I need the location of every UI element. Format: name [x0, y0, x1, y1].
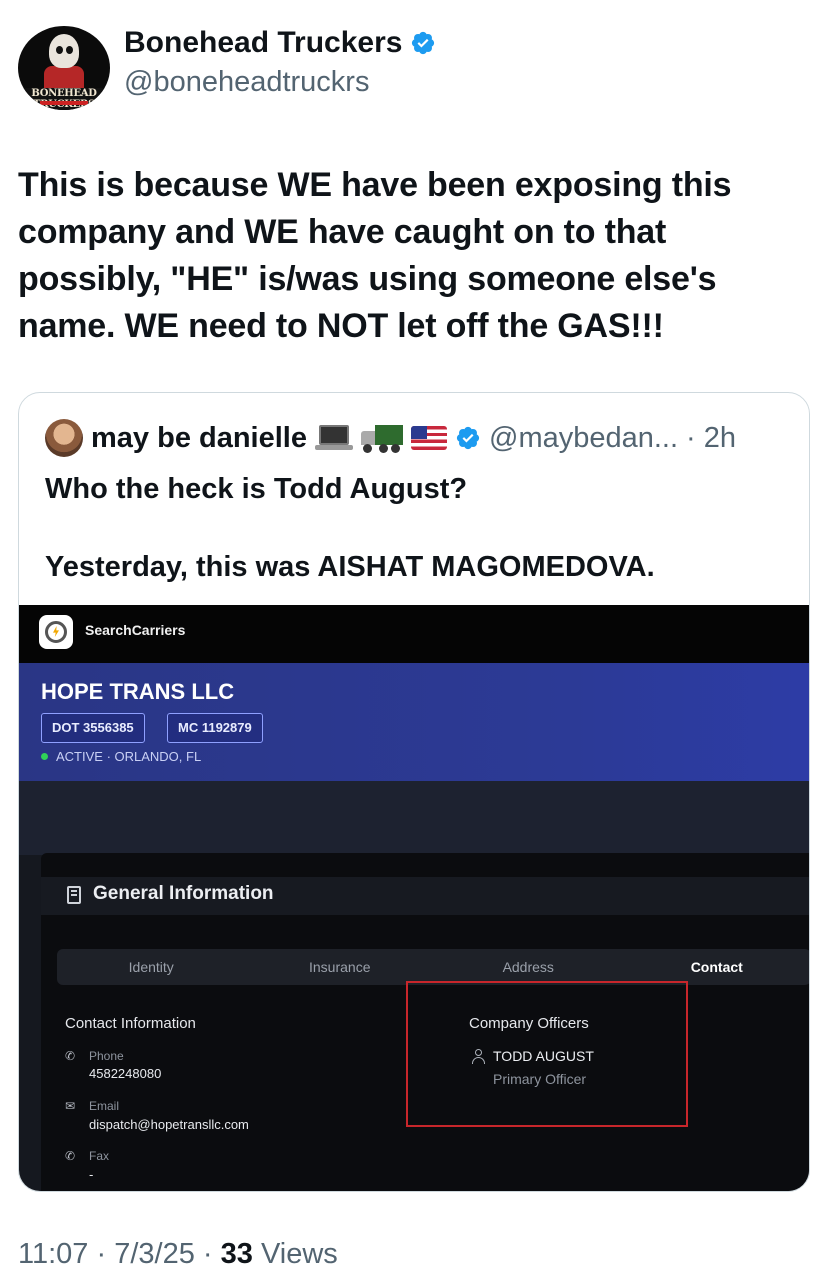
searchcarriers-logo-icon — [39, 615, 73, 649]
mc-number-badge: MC 1192879 — [167, 713, 263, 743]
author-avatar[interactable]: BONEHEAD TRUCKERS — [18, 26, 110, 110]
views-label: Views — [252, 1238, 338, 1270]
avatar-eye — [56, 46, 63, 54]
verified-badge-icon — [456, 426, 480, 450]
separator: · — [88, 1238, 115, 1270]
quote-header: may be danielle @maybedan... · 2h — [45, 419, 736, 457]
author-name-row[interactable]: Bonehead Truckers — [124, 26, 436, 60]
avatar-logo-text: BONEHEAD TRUCKERS — [18, 88, 110, 110]
email-value: dispatch@hopetransllc.com — [89, 1117, 249, 1132]
company-name: HOPE TRANS LLC — [41, 679, 235, 704]
quote-author-handle[interactable]: @maybedan... — [489, 422, 678, 455]
avatar-logo-ribbon — [40, 101, 88, 105]
tab-address: Address — [502, 959, 554, 975]
company-status: ACTIVE · ORLANDO, FL — [41, 749, 201, 764]
us-flag-icon — [411, 426, 447, 450]
phone-label: Phone — [89, 1049, 124, 1063]
phone-icon: ✆ — [65, 1049, 76, 1063]
company-hero: HOPE TRANS LLC DOT 3556385 MC 1192879 AC… — [19, 663, 809, 781]
tweet-meta: 11:07 · 7/3/25 · 33 Views — [18, 1238, 338, 1271]
quote-avatar[interactable] — [45, 419, 83, 457]
attached-screenshot-image[interactable]: SearchCarriers HOPE TRANS LLC DOT 355638… — [19, 605, 809, 1191]
general-information-panel: General Information Identity Insurance A… — [41, 853, 809, 1191]
fax-label: Fax — [89, 1149, 110, 1163]
views-count: 33 — [220, 1238, 253, 1270]
quote-text-line: Who the heck is Todd August? — [45, 473, 468, 505]
tab-contact: Contact — [690, 959, 743, 975]
avatar-skull — [49, 34, 79, 68]
status-text: ACTIVE · ORLANDO, FL — [56, 749, 202, 764]
tweet-time[interactable]: 11:07 — [18, 1238, 88, 1270]
fax-icon: ✆ — [65, 1149, 76, 1163]
section-title: General Information — [93, 883, 274, 904]
quote-timestamp[interactable]: · 2h — [686, 422, 736, 455]
laptop-icon — [315, 425, 353, 451]
info-tabs: Identity Insurance Address Contact — [57, 949, 809, 985]
email-label: Email — [89, 1099, 120, 1113]
quote-author-name[interactable]: may be danielle — [91, 422, 307, 455]
quote-tweet-card[interactable]: may be danielle @maybedan... · 2h Who th… — [18, 392, 810, 1192]
tweet-text: This is because WE have been exposing th… — [18, 166, 732, 345]
email-icon: ✉ — [65, 1099, 76, 1113]
separator: · — [194, 1238, 221, 1270]
author-handle[interactable]: @boneheadtruckrs — [124, 66, 369, 99]
tab-identity: Identity — [128, 959, 174, 975]
status-dot-icon — [41, 753, 48, 760]
verified-badge-icon — [412, 31, 435, 55]
truck-icon — [361, 423, 403, 453]
app-name: SearchCarriers — [85, 622, 186, 638]
phone-value: 4582248080 — [89, 1066, 162, 1081]
avatar-eye — [66, 46, 73, 54]
hero-divider-band — [19, 781, 809, 855]
tab-insurance: Insurance — [309, 959, 371, 975]
contact-information-title: Contact Information — [65, 1015, 196, 1032]
dot-number-badge: DOT 3556385 — [41, 713, 145, 743]
quote-text-line: Yesterday, this was AISHAT MAGOMEDOVA. — [45, 551, 655, 583]
highlight-box — [406, 981, 688, 1127]
author-name[interactable]: Bonehead Truckers — [124, 26, 402, 60]
app-top-bar: SearchCarriers — [19, 605, 809, 663]
fax-value: - — [89, 1167, 94, 1182]
building-icon — [67, 886, 81, 904]
tweet-date[interactable]: 7/3/25 — [114, 1238, 195, 1270]
